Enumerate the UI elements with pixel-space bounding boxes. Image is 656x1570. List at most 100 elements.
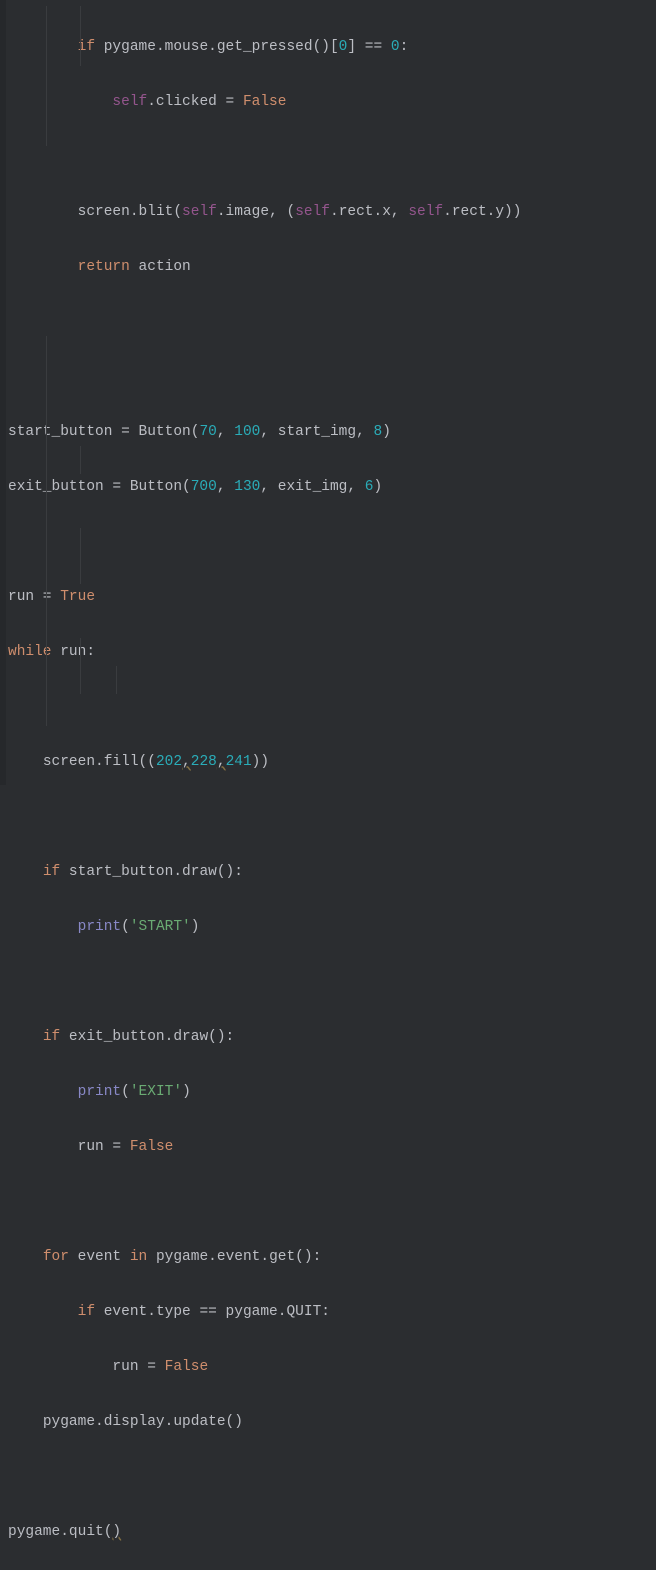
indent [8, 754, 43, 770]
code-text: )) [252, 754, 269, 770]
number: 70 [199, 424, 216, 440]
code-line[interactable]: if event.type == pygame.QUIT: [8, 1299, 656, 1327]
code-text: ] == [347, 39, 391, 55]
gutter-bar [0, 0, 6, 785]
code-text: screen.blit( [78, 204, 182, 220]
code-text: run: [52, 644, 96, 660]
indent [8, 259, 78, 275]
code-text: , exit_img, [260, 479, 364, 495]
indent [8, 1029, 43, 1045]
indent-guide [80, 638, 81, 694]
string: 'START' [130, 919, 191, 935]
code-text: action [130, 259, 191, 275]
code-line[interactable]: run = False [8, 1354, 656, 1382]
code-line[interactable]: if start_button.draw(): [8, 859, 656, 887]
code-line[interactable]: for event in pygame.event.get(): [8, 1244, 656, 1272]
indent-guide [80, 6, 81, 66]
keyword-return: return [78, 259, 130, 275]
number: 0 [391, 39, 400, 55]
keyword-false: False [165, 1359, 209, 1375]
code-line[interactable]: screen.blit(self.image, (self.rect.x, se… [8, 199, 656, 227]
indent-guide [80, 446, 81, 474]
code-text: exit_button = Button( [8, 479, 191, 495]
keyword-while: while [8, 644, 52, 660]
code-line[interactable]: exit_button = Button(700, 130, exit_img,… [8, 474, 656, 502]
string: 'EXIT' [130, 1084, 182, 1100]
code-line[interactable]: while run: [8, 639, 656, 667]
code-editor[interactable]: if pygame.mouse.get_pressed()[0] == 0: s… [0, 0, 656, 1570]
number: 202 [156, 754, 182, 770]
indent [8, 1249, 43, 1265]
code-line[interactable]: start_button = Button(70, 100, start_img… [8, 419, 656, 447]
code-text: : [400, 39, 409, 55]
code-text: start_button = Button( [8, 424, 199, 440]
keyword-for: for [43, 1249, 69, 1265]
code-line[interactable]: return action [8, 254, 656, 282]
indent [8, 1414, 43, 1430]
code-line[interactable]: if exit_button.draw(): [8, 1024, 656, 1052]
code-text: event [69, 1249, 130, 1265]
indent [8, 1084, 78, 1100]
code-text: ) [373, 479, 382, 495]
code-line[interactable] [8, 1464, 656, 1492]
code-text: pygame.quit( [8, 1524, 112, 1540]
self-keyword: self [112, 94, 147, 110]
code-line[interactable] [8, 144, 656, 172]
code-line[interactable]: run = False [8, 1134, 656, 1162]
code-line[interactable]: pygame.display.update() [8, 1409, 656, 1437]
code-text: pygame.event.get(): [147, 1249, 321, 1265]
code-line[interactable]: if pygame.mouse.get_pressed()[0] == 0: [8, 34, 656, 62]
indent [8, 919, 78, 935]
keyword-true: True [60, 589, 95, 605]
code-line[interactable]: run = True [8, 584, 656, 612]
code-text: pygame.display.update() [43, 1414, 243, 1430]
indent-guide [80, 528, 81, 584]
indent-guide [46, 6, 47, 146]
code-text: run = [112, 1359, 164, 1375]
code-text: , start_img, [260, 424, 373, 440]
number: 228 [191, 754, 217, 770]
code-text: .clicked = [147, 94, 243, 110]
code-text: ( [121, 1084, 130, 1100]
indent [8, 94, 112, 110]
number: 241 [226, 754, 252, 770]
builtin-print: print [78, 919, 122, 935]
indent [8, 1304, 78, 1320]
keyword-if: if [78, 1304, 95, 1320]
code-line[interactable]: pygame.quit() [8, 1519, 656, 1547]
indent-guide [46, 336, 47, 726]
code-line[interactable]: self.clicked = False [8, 89, 656, 117]
code-text: start_button.draw(): [60, 864, 243, 880]
self-keyword: self [295, 204, 330, 220]
code-text: screen.fill(( [43, 754, 156, 770]
code-line[interactable] [8, 364, 656, 392]
self-keyword: self [182, 204, 217, 220]
keyword-in: in [130, 1249, 147, 1265]
code-line[interactable] [8, 1189, 656, 1217]
code-line[interactable] [8, 529, 656, 557]
code-text: event.type == pygame.QUIT: [95, 1304, 330, 1320]
code-line[interactable] [8, 694, 656, 722]
code-line[interactable]: screen.fill((202,228,241)) [8, 749, 656, 777]
number: 100 [234, 424, 260, 440]
keyword-if: if [43, 1029, 60, 1045]
number: 8 [373, 424, 382, 440]
code-line[interactable] [8, 969, 656, 997]
keyword-false: False [130, 1139, 174, 1155]
indent [8, 39, 78, 55]
code-line[interactable]: print('EXIT') [8, 1079, 656, 1107]
keyword-false: False [243, 94, 287, 110]
code-text: , [217, 479, 234, 495]
code-text: run = [78, 1139, 130, 1155]
indent [8, 1139, 78, 1155]
number: 700 [191, 479, 217, 495]
code-text: .rect.y)) [443, 204, 521, 220]
code-text: ) [182, 1084, 191, 1100]
code-text: run = [8, 589, 60, 605]
code-line[interactable]: print('START') [8, 914, 656, 942]
code-line[interactable] [8, 804, 656, 832]
code-text: ) [382, 424, 391, 440]
warning-paren: ) [112, 1524, 121, 1540]
code-line[interactable] [8, 309, 656, 337]
builtin-print: print [78, 1084, 122, 1100]
